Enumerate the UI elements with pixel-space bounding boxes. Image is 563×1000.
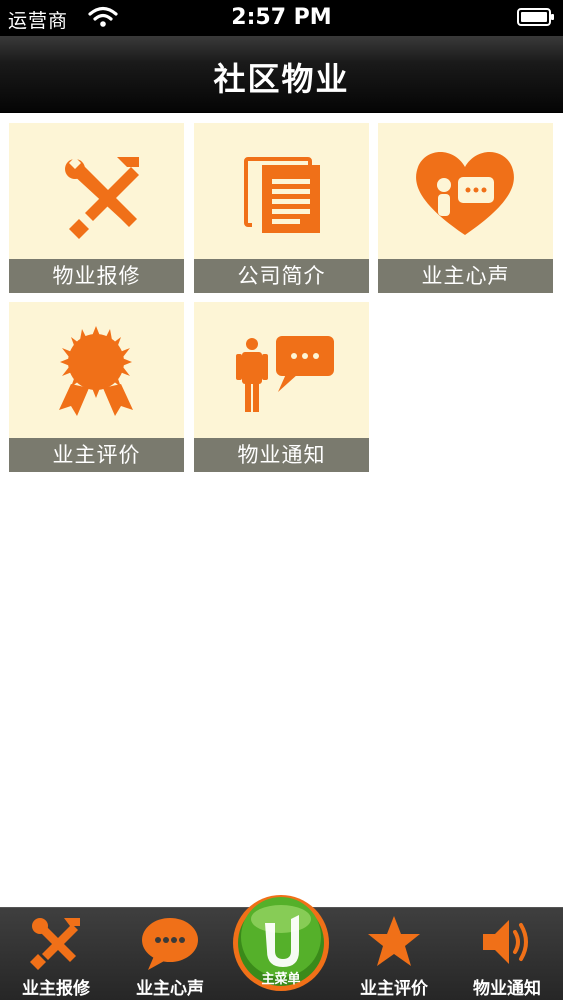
battery-icon (517, 8, 554, 26)
document-icon (244, 157, 320, 233)
heart-chat-icon (416, 152, 514, 235)
tab-label: 业主心声 (136, 979, 204, 999)
status-bar: 运营商 2:57 PM (0, 0, 563, 36)
tile-company-intro[interactable]: 公司简介 (194, 123, 369, 293)
tile-label: 公司简介 (194, 259, 369, 293)
tile-label: 业主心声 (378, 259, 553, 293)
page-title: 社区物业 (213, 60, 350, 98)
award-ribbon-icon (59, 326, 133, 416)
status-time: 2:57 PM (231, 5, 332, 30)
repair-tools-icon (65, 157, 139, 239)
repair-tools-icon (30, 918, 80, 970)
tab-owner-voice[interactable]: 业主心声 (114, 908, 226, 1000)
tab-label: 业主评价 (360, 979, 428, 999)
tile-property-repair[interactable]: 物业报修 (9, 123, 184, 293)
home-menu-label: 主菜单 (261, 972, 301, 987)
tile-label: 物业报修 (9, 259, 184, 293)
navigation-bar: 社区物业 (0, 36, 563, 113)
tile-owner-voice[interactable]: 业主心声 (378, 123, 553, 293)
tab-label: 物业通知 (473, 979, 541, 999)
speaker-icon (483, 920, 528, 964)
tab-owner-repair[interactable]: 业主报修 (0, 908, 112, 1000)
tile-label: 物业通知 (194, 438, 369, 472)
tab-property-notice[interactable]: 物业通知 (451, 908, 563, 1000)
tile-owner-review[interactable]: 业主评价 (9, 302, 184, 472)
person-speech-icon (236, 336, 334, 412)
star-icon (368, 916, 420, 966)
chat-bubble-icon (142, 918, 198, 970)
tile-label: 业主评价 (9, 438, 184, 472)
tab-owner-review[interactable]: 业主评价 (338, 908, 450, 1000)
tile-property-notice[interactable]: 物业通知 (194, 302, 369, 472)
tab-label: 业主报修 (22, 979, 90, 999)
app-screen: 运营商 2:57 PM 社区物业 物业报修 公司简介 业主心声 业主评价 物业通… (0, 0, 563, 1000)
